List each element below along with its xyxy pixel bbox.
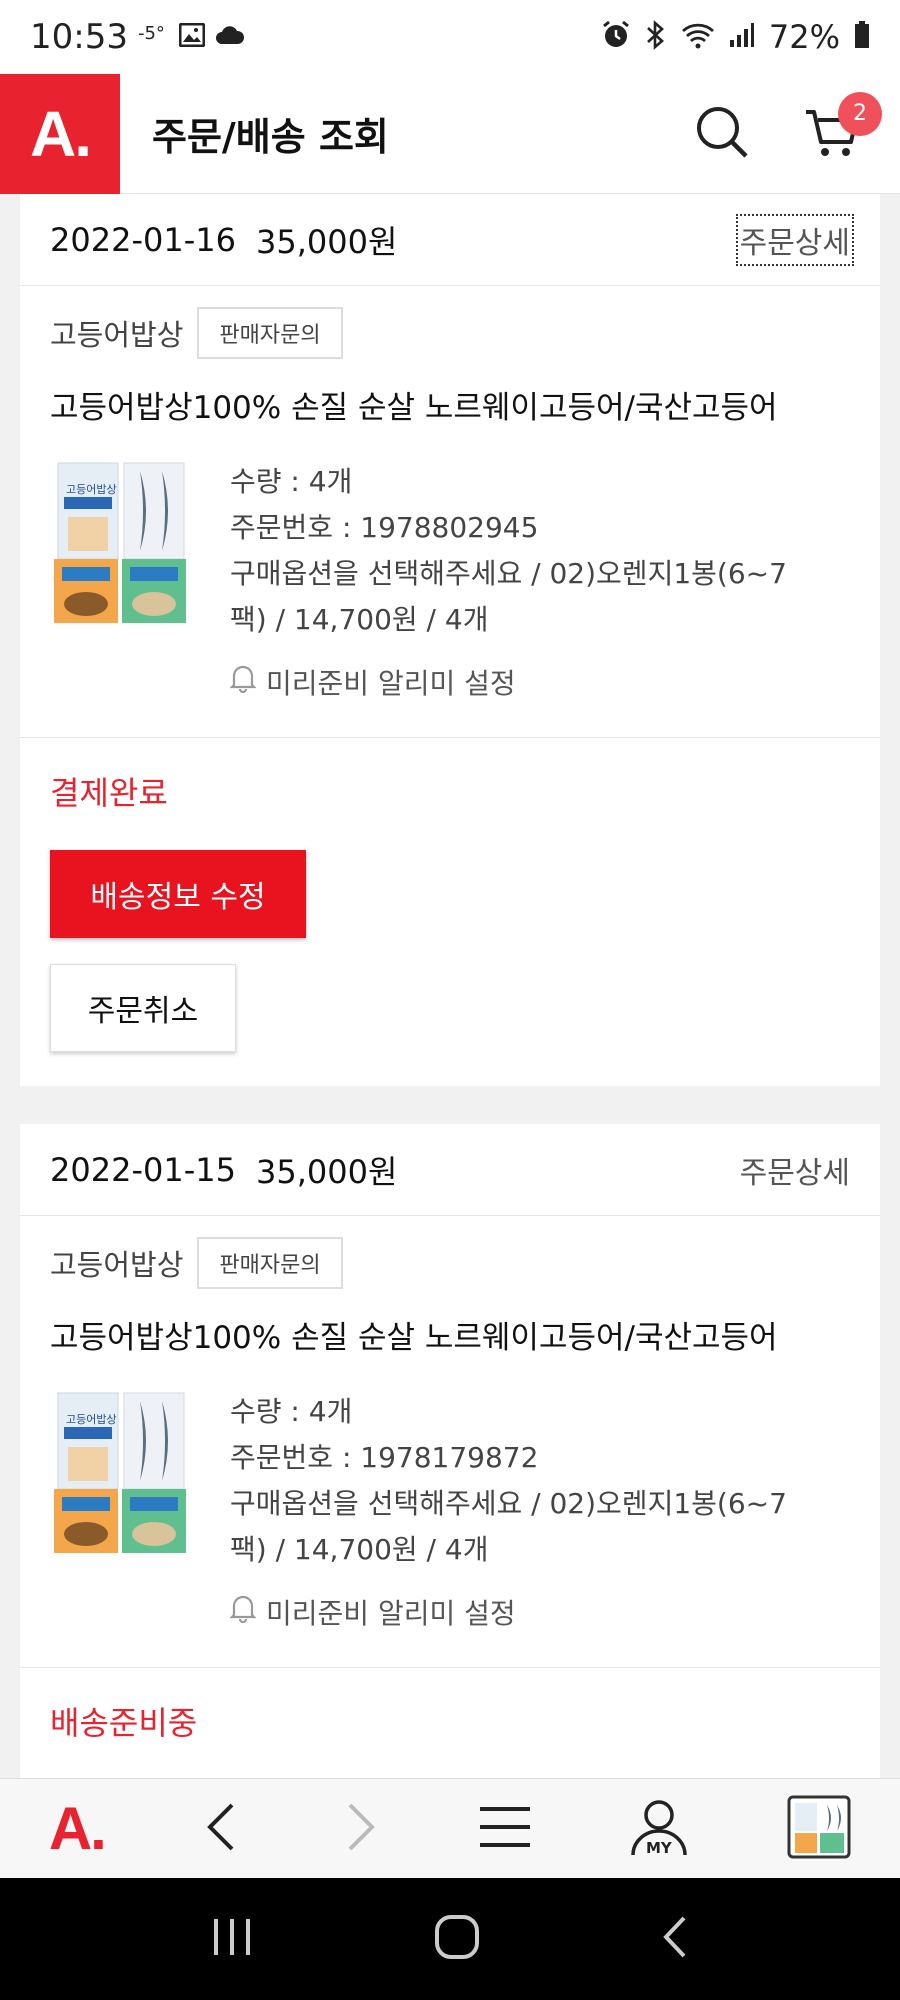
wifi-icon (681, 21, 715, 53)
seller-inquiry-button[interactable]: 판매자문의 (197, 307, 343, 359)
product-title[interactable]: 고등어밥상100% 손질 순살 노르웨이고등어/국산고등어 (50, 382, 850, 427)
order-status-section: 배송준비중 (20, 1668, 880, 1778)
page-title: 주문/배송 조회 (152, 115, 389, 159)
status-temperature: -5° (137, 22, 165, 44)
pre-ready-alarm-toggle[interactable]: 미리준비 알리미 설정 (229, 1591, 787, 1637)
recent-apps-icon[interactable] (210, 1917, 254, 1961)
order-status-section: 결제완료 배송정보 수정 주문취소 (20, 738, 880, 1086)
cloud-icon (215, 25, 245, 49)
cart-icon (804, 109, 860, 164)
order-detail-link[interactable]: 주문상세 (735, 213, 855, 266)
status-bar: 10:53 -5° 72% (0, 0, 900, 74)
order-number-text: 주문번호 : 1978802945 (230, 511, 539, 544)
home-logo[interactable]: A. (0, 73, 120, 194)
home-logo-button[interactable]: A. (49, 1794, 107, 1863)
option-text-line1: 구매옵션을 선택해주세요 / 02)오렌지1봉(6~7 (230, 557, 787, 590)
order-list[interactable]: 2022-01-16 35,000원 주문상세 고등어밥상 판매자문의 고등어밥… (0, 194, 900, 1778)
order-item: 고등어밥상 판매자문의 고등어밥상100% 손질 순살 노르웨이고등어/국산고등… (20, 1216, 880, 1668)
battery-icon (854, 21, 870, 53)
seller-name[interactable]: 고등어밥상 (50, 1242, 183, 1284)
order-card: 2022-01-16 35,000원 주문상세 고등어밥상 판매자문의 고등어밥… (20, 194, 880, 1086)
order-status: 결제완료 (50, 774, 168, 812)
cancel-order-button[interactable]: 주문취소 (50, 964, 236, 1052)
my-page-button[interactable]: MY (629, 1797, 689, 1861)
seller-inquiry-button[interactable]: 판매자문의 (197, 1237, 343, 1289)
order-header: 2022-01-16 35,000원 주문상세 (20, 194, 880, 286)
product-info: 수량 : 4개 주문번호 : 1978802945 구매옵션을 선택해주세요 /… (229, 459, 787, 707)
cart-button[interactable]: 2 (804, 91, 882, 164)
order-date: 2022-01-15 (50, 1150, 236, 1189)
option-text-line1: 구매옵션을 선택해주세요 / 02)오렌지1봉(6~7 (230, 1487, 787, 1520)
product-title[interactable]: 고등어밥상100% 손질 순살 노르웨이고등어/국산고등어 (50, 1312, 850, 1357)
bell-icon (229, 1591, 257, 1637)
system-navigation-bar (0, 1878, 900, 2000)
app-header: A. 주문/배송 조회 2 (0, 73, 900, 194)
search-icon[interactable] (694, 104, 750, 164)
back-arrow-icon[interactable] (202, 1799, 242, 1859)
order-price: 35,000원 (255, 222, 398, 261)
alarm-label: 미리준비 알리미 설정 (266, 1597, 516, 1630)
order-number-text: 주문번호 : 1978179872 (230, 1441, 539, 1474)
order-item: 고등어밥상 판매자문의 고등어밥상100% 손질 순살 노르웨이고등어/국산고등… (20, 286, 880, 738)
my-label: MY (646, 1839, 673, 1857)
bell-icon (229, 661, 257, 707)
quantity-text: 수량 : 4개 (230, 465, 353, 498)
product-thumbnail[interactable]: 고등어밥상 (50, 459, 190, 629)
signal-icon (729, 22, 755, 52)
bottom-navigation: A. MY (0, 1778, 900, 1878)
order-detail-link[interactable]: 주문상세 (740, 1148, 850, 1192)
gallery-icon (178, 22, 206, 51)
order-card: 2022-01-15 35,000원 주문상세 고등어밥상 판매자문의 고등어밥… (20, 1124, 880, 1778)
battery-percent: 72% (768, 18, 840, 56)
order-header: 2022-01-15 35,000원 주문상세 (20, 1124, 880, 1216)
system-back-icon[interactable] (660, 1914, 690, 1964)
product-info: 수량 : 4개 주문번호 : 1978179872 구매옵션을 선택해주세요 /… (229, 1389, 787, 1637)
thumbnail-brand-text: 고등어밥상 (66, 483, 117, 496)
pre-ready-alarm-toggle[interactable]: 미리준비 알리미 설정 (229, 661, 787, 707)
option-text-line2: 팩) / 14,700원 / 4개 (230, 1533, 489, 1566)
status-time: 10:53 (30, 17, 128, 57)
recent-product-thumbnail[interactable] (787, 1795, 851, 1863)
edit-shipping-button[interactable]: 배송정보 수정 (50, 850, 306, 938)
option-text-line2: 팩) / 14,700원 / 4개 (230, 603, 489, 636)
quantity-text: 수량 : 4개 (230, 1395, 353, 1428)
order-date: 2022-01-16 (50, 220, 236, 259)
seller-name[interactable]: 고등어밥상 (50, 312, 183, 354)
order-price: 35,000원 (255, 1152, 398, 1191)
forward-arrow-icon[interactable] (340, 1799, 380, 1859)
alarm-label: 미리준비 알리미 설정 (266, 667, 516, 700)
alarm-clock-icon (601, 20, 631, 54)
home-button-icon[interactable] (433, 1913, 481, 1965)
menu-icon[interactable] (478, 1805, 532, 1853)
order-status: 배송준비중 (50, 1704, 198, 1742)
cart-count-badge: 2 (838, 91, 882, 136)
thumbnail-brand-text: 고등어밥상 (66, 1413, 117, 1426)
bluetooth-icon (645, 20, 667, 54)
product-thumbnail[interactable]: 고등어밥상 (50, 1389, 190, 1559)
